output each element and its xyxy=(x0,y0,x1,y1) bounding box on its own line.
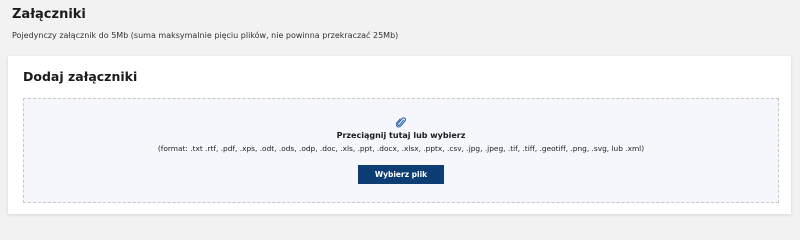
card-title: Dodaj załączniki xyxy=(23,69,138,84)
dropzone-title[interactable]: Przeciągnij tutaj lub wybierz xyxy=(24,131,778,140)
choose-file-button[interactable]: Wybierz plik xyxy=(358,165,444,184)
dropzone-formats: (format: .txt .rtf, .pdf, .xps, .odt, .o… xyxy=(157,144,645,153)
attachments-card: Dodaj załączniki Przeciągnij tutaj lub w… xyxy=(8,56,791,214)
section-title: Załączniki xyxy=(12,7,86,22)
paperclip-icon[interactable] xyxy=(396,117,406,129)
file-dropzone[interactable]: Przeciągnij tutaj lub wybierz (format: .… xyxy=(23,98,779,203)
section-description: Pojedynczy załącznik do 5Mb (suma maksym… xyxy=(12,31,399,40)
